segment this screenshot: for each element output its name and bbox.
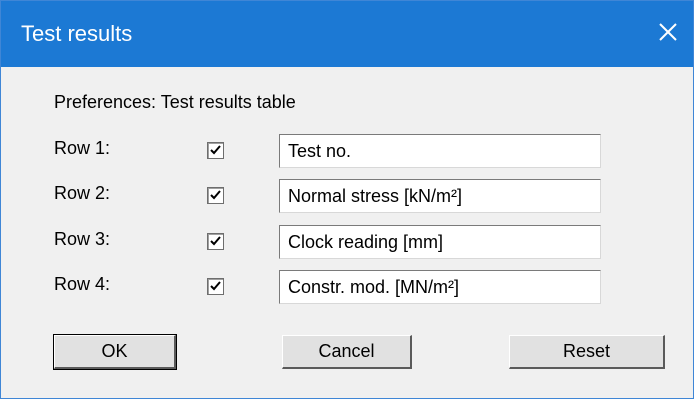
row-1-value: Test no. [288,141,352,161]
row-4-label: Row 4: [54,274,111,294]
row-3-value: Clock reading [mm] [288,232,444,252]
dialog-title: Test results [21,21,133,46]
title-bar[interactable]: Test results [1,1,693,67]
row-3-label: Row 3: [54,229,111,249]
cancel-button[interactable]: Cancel [282,335,412,369]
test-results-dialog: Test results Preferences: Test results t… [0,0,694,399]
dialog-content: Preferences: Test results table Row 1: T… [1,67,693,398]
row-2-label: Row 2: [54,183,111,203]
ok-button[interactable]: OK [53,334,177,370]
checkmark-icon [210,281,221,291]
row-3-checkbox[interactable] [207,233,224,250]
checkmark-icon [210,190,221,200]
row-4-field[interactable]: Constr. mod. [MN/m²] [279,270,601,304]
row-1-field[interactable]: Test no. [279,134,601,168]
row-2-checkbox[interactable] [207,187,224,204]
row-2-value: Normal stress [kN/m²] [288,186,463,206]
close-icon[interactable] [655,19,681,45]
row-4-value: Constr. mod. [MN/m²] [288,277,460,297]
row-1-checkbox[interactable] [207,142,224,159]
row-1-label: Row 1: [54,138,111,158]
checkmark-icon [210,145,221,155]
row-2-field[interactable]: Normal stress [kN/m²] [279,179,601,213]
reset-button[interactable]: Reset [509,335,665,369]
preferences-caption: Preferences: Test results table [54,92,296,112]
row-4-checkbox[interactable] [207,278,224,295]
row-3-field[interactable]: Clock reading [mm] [279,225,601,259]
checkmark-icon [210,236,221,246]
